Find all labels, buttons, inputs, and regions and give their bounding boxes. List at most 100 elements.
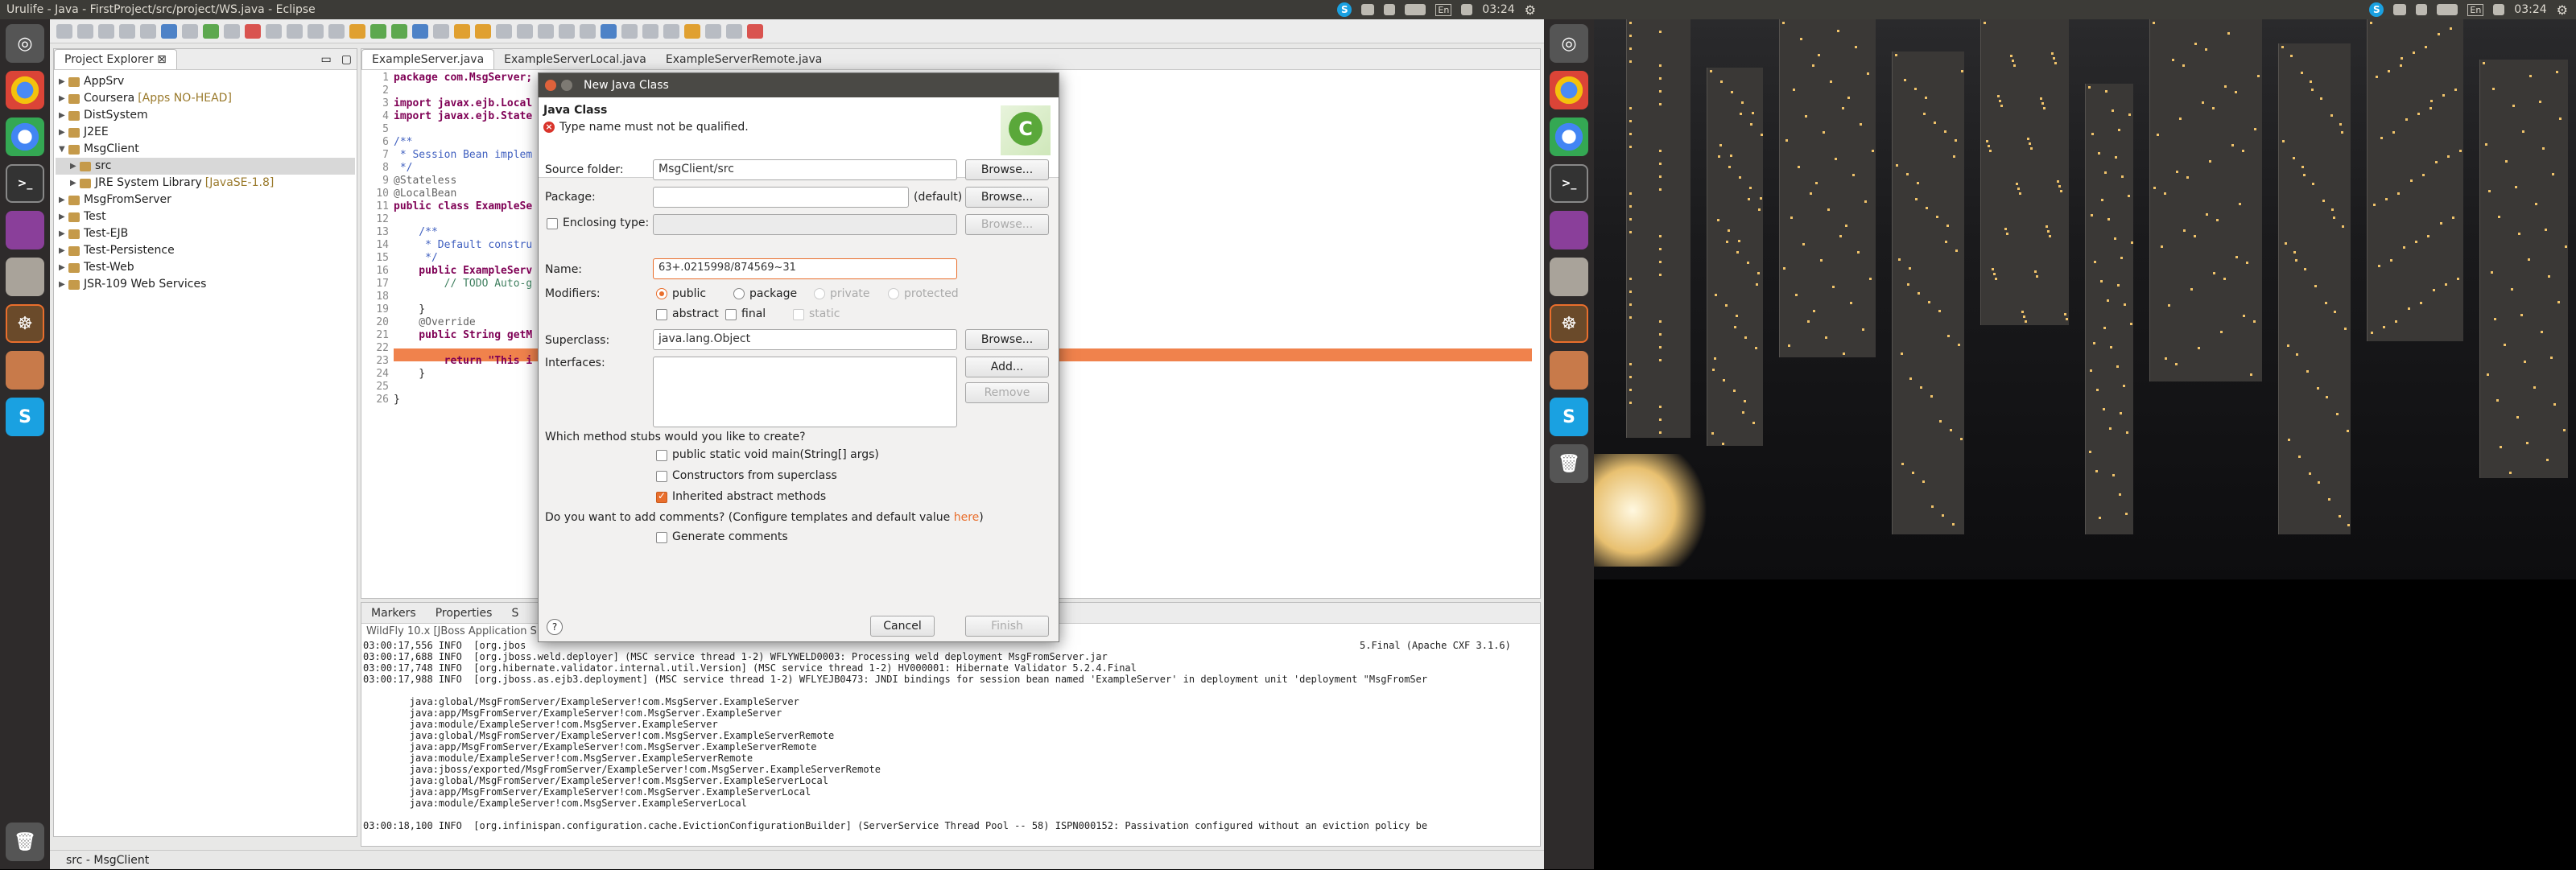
print-icon[interactable] bbox=[119, 23, 135, 39]
skype-icon[interactable]: S bbox=[1550, 398, 1588, 436]
terminal-icon[interactable] bbox=[161, 23, 177, 39]
chevron-right-icon[interactable]: ▶ bbox=[59, 242, 68, 259]
trash-icon[interactable]: 🗑 bbox=[6, 823, 44, 861]
save-all-icon[interactable] bbox=[98, 23, 114, 39]
chromium-icon[interactable] bbox=[6, 118, 44, 156]
new-package-icon[interactable] bbox=[433, 23, 449, 39]
wifi-icon[interactable] bbox=[2393, 4, 2407, 15]
editor-tab[interactable]: ExampleServer.java bbox=[361, 49, 495, 69]
app-icon[interactable] bbox=[6, 211, 44, 249]
interfaces-list[interactable] bbox=[653, 357, 957, 427]
chevron-right-icon[interactable]: ▶ bbox=[59, 90, 68, 107]
step-over-icon[interactable] bbox=[308, 23, 324, 39]
chevron-right-icon[interactable]: ▶ bbox=[59, 107, 68, 124]
help-button[interactable]: ? bbox=[547, 619, 563, 635]
chevron-right-icon[interactable]: ▶ bbox=[59, 259, 68, 276]
chevron-right-icon[interactable]: ▶ bbox=[59, 192, 68, 208]
add-interface-button[interactable]: Add... bbox=[965, 357, 1049, 377]
forward-icon[interactable] bbox=[580, 23, 596, 39]
debug-icon[interactable] bbox=[349, 23, 365, 39]
abstract-checkbox[interactable] bbox=[656, 309, 667, 320]
tree-item[interactable]: ▶ Test-EJB bbox=[56, 225, 355, 242]
eclipse-icon[interactable]: ☸ bbox=[1550, 304, 1588, 343]
chevron-right-icon[interactable]: ▶ bbox=[59, 124, 68, 141]
skype-tray-icon[interactable]: S bbox=[1337, 2, 1352, 17]
clock[interactable]: 03:24 bbox=[1482, 3, 1514, 16]
files-icon[interactable] bbox=[1550, 258, 1588, 296]
console-tab[interactable]: Markers bbox=[361, 604, 426, 623]
nav-back-icon[interactable] bbox=[705, 23, 721, 39]
package-radio[interactable] bbox=[733, 288, 745, 299]
battery-icon[interactable] bbox=[1405, 4, 1426, 15]
tree-item[interactable]: ▶ src bbox=[56, 158, 355, 175]
lifesaver-icon[interactable] bbox=[747, 23, 763, 39]
disconnect-icon[interactable] bbox=[266, 23, 282, 39]
mail-icon[interactable] bbox=[2416, 4, 2428, 15]
tree-item[interactable]: ▶ J2EE bbox=[56, 124, 355, 141]
configure-templates-link[interactable]: here bbox=[954, 511, 980, 524]
chevron-right-icon[interactable]: ▶ bbox=[70, 158, 80, 175]
tree-item[interactable]: ▶ MsgFromServer bbox=[56, 192, 355, 208]
suspend-icon[interactable] bbox=[224, 23, 240, 39]
chevron-right-icon[interactable]: ▶ bbox=[59, 225, 68, 242]
new-icon[interactable] bbox=[56, 23, 72, 39]
last-edit-icon[interactable] bbox=[684, 23, 700, 39]
new-class-icon[interactable] bbox=[454, 23, 470, 39]
package-field[interactable] bbox=[653, 187, 909, 208]
wifi-icon[interactable] bbox=[1361, 4, 1375, 15]
keyboard-layout[interactable]: En bbox=[2467, 3, 2484, 16]
run-icon[interactable] bbox=[370, 23, 386, 39]
browse-source-button[interactable]: Browse... bbox=[965, 159, 1049, 180]
chevron-right-icon[interactable]: ▶ bbox=[59, 73, 68, 90]
trash-icon[interactable]: 🗑 bbox=[1550, 444, 1588, 483]
tree-item[interactable]: ▶ JRE System Library [JavaSE-1.8] bbox=[56, 175, 355, 192]
cancel-button[interactable]: Cancel bbox=[870, 616, 935, 637]
save-icon[interactable] bbox=[77, 23, 93, 39]
clock[interactable]: 03:24 bbox=[2514, 3, 2546, 16]
step-into-icon[interactable] bbox=[287, 23, 303, 39]
external-tools-icon[interactable] bbox=[391, 23, 407, 39]
tree-item[interactable]: ▶ AppSrv bbox=[56, 73, 355, 90]
gear-icon[interactable]: ⚙ bbox=[1525, 2, 1536, 18]
tree-item[interactable]: ▶ JSR-109 Web Services bbox=[56, 276, 355, 293]
terminal-icon[interactable]: >_ bbox=[6, 164, 44, 203]
chevron-right-icon[interactable]: ▶ bbox=[59, 276, 68, 293]
source-folder-field[interactable]: MsgClient/src bbox=[653, 159, 957, 180]
name-field[interactable]: 63+.0215998/874569~31 bbox=[653, 258, 957, 279]
minimize-icon[interactable] bbox=[561, 80, 572, 91]
chevron-right-icon[interactable]: ▶ bbox=[70, 175, 80, 192]
app-icon[interactable] bbox=[1550, 211, 1588, 249]
minimize-icon[interactable]: ▭ bbox=[316, 50, 336, 69]
console-output[interactable]: 03:00:17,556 INFO [org.jbos 03:00:17,688 … bbox=[361, 640, 1540, 831]
chevron-down-icon[interactable]: ▼ bbox=[59, 141, 68, 158]
toggle-icon[interactable] bbox=[663, 23, 679, 39]
browse-superclass-button[interactable]: Browse... bbox=[965, 329, 1049, 350]
main-stub-checkbox[interactable] bbox=[656, 450, 667, 461]
public-radio[interactable] bbox=[656, 288, 667, 299]
files-icon[interactable] bbox=[6, 258, 44, 296]
console-tab[interactable]: Properties bbox=[426, 604, 502, 623]
volume-icon[interactable] bbox=[1461, 4, 1473, 15]
prev-annotation-icon[interactable] bbox=[538, 23, 554, 39]
tree-item[interactable]: ▶ Coursera [Apps NO-HEAD] bbox=[56, 90, 355, 107]
editor-tab[interactable]: ExampleServerLocal.java bbox=[494, 50, 656, 69]
constructors-checkbox[interactable] bbox=[656, 471, 667, 482]
nav-forward-icon[interactable] bbox=[726, 23, 742, 39]
eclipse-icon[interactable]: ☸ bbox=[6, 304, 44, 343]
server-icon[interactable] bbox=[140, 23, 156, 39]
back-icon[interactable] bbox=[559, 23, 575, 39]
tree-item[interactable]: ▶ Test bbox=[56, 208, 355, 225]
keyboard-layout[interactable]: En bbox=[1435, 3, 1452, 16]
step-return-icon[interactable] bbox=[328, 23, 345, 39]
maximize-icon[interactable]: ▢ bbox=[336, 50, 357, 69]
next-annotation-icon[interactable] bbox=[517, 23, 533, 39]
archive-icon[interactable] bbox=[1550, 351, 1588, 390]
tree-item[interactable]: ▶ DistSystem bbox=[56, 107, 355, 124]
open-type-icon[interactable] bbox=[475, 23, 491, 39]
close-icon[interactable] bbox=[545, 80, 556, 91]
skip-breakpoints-icon[interactable] bbox=[182, 23, 198, 39]
chrome-icon[interactable] bbox=[6, 71, 44, 109]
inherited-methods-checkbox[interactable] bbox=[656, 490, 667, 503]
terminate-icon[interactable] bbox=[245, 23, 261, 39]
terminal-icon[interactable]: >_ bbox=[1550, 164, 1588, 203]
